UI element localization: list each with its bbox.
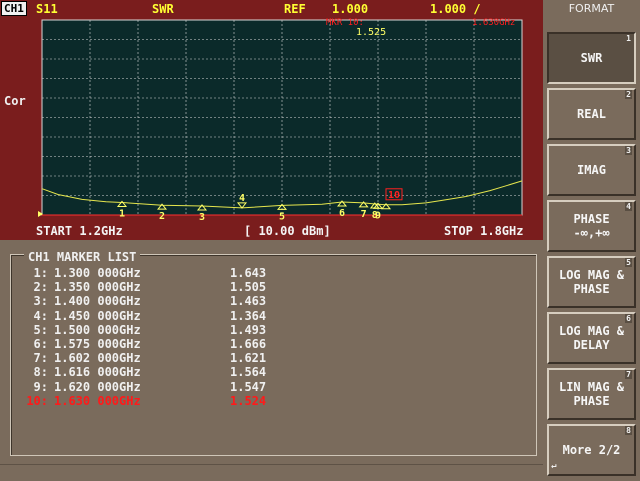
marker-index: 8: xyxy=(33,365,48,380)
marker-value: 1.505 xyxy=(230,280,267,295)
marker-frequency: 1.500 000GHz xyxy=(54,322,141,337)
softkey-4[interactable]: 4 PHASE -∞,+∞ xyxy=(547,200,636,252)
softkey-number: 6 xyxy=(625,314,632,323)
marker-list-title: CH1 MARKER LIST xyxy=(24,250,141,264)
softkey-label: PHASE xyxy=(573,212,610,226)
softkey-label: LOG MAG & xyxy=(558,324,625,338)
softkey-label: SWR xyxy=(580,51,603,65)
marker-frequency: 1.400 000GHz xyxy=(54,294,141,309)
marker-index: 5: xyxy=(33,322,48,337)
marker-value: 1.564 xyxy=(230,365,267,380)
softkey-menu-title: FORMAT xyxy=(568,2,615,15)
stop-frequency: STOP 1.8GHz xyxy=(444,224,524,238)
marker-label: 2 xyxy=(159,211,165,222)
status-bar xyxy=(0,464,543,481)
marker-frequency: 1.450 000GHz xyxy=(54,308,141,323)
marker-label: 6 xyxy=(339,208,345,219)
marker-label: 9 xyxy=(375,210,381,221)
marker-value: 1.493 xyxy=(230,322,267,337)
marker-frequency: 1.602 000GHz xyxy=(54,351,141,366)
marker-label: 1 xyxy=(119,208,125,219)
softkey-label: LIN MAG & xyxy=(558,380,625,394)
softkey-2[interactable]: 2 REAL xyxy=(547,88,636,140)
softkey-number: 4 xyxy=(625,202,632,211)
marker-label: 5 xyxy=(279,211,285,222)
softkey-menu: FORMAT 1 SWR 2 REAL 3 IMAG 4 PHASE -∞,+∞ 5 LOG MAG… xyxy=(543,0,640,480)
marker-index: 9: xyxy=(33,379,48,394)
channel-indicator[interactable]: CH1 xyxy=(1,1,27,16)
parameter-label: S11 xyxy=(36,2,58,16)
marker-value: 1.463 xyxy=(230,294,267,309)
marker-value: 1.364 xyxy=(230,308,267,323)
softkey-label-line2: -∞,+∞ xyxy=(573,226,610,240)
marker-index: 10: xyxy=(26,393,48,408)
marker-frequency: 1.350 000GHz xyxy=(54,280,141,295)
softkey-7[interactable]: 7 LIN MAG & PHASE xyxy=(547,368,636,420)
softkey-1[interactable]: 1 SWR xyxy=(547,32,636,84)
sweep-footer: START 1.2GHz [ 10.00 dBm] STOP 1.8GHz xyxy=(0,223,543,240)
active-marker-readout-value: 1.525 xyxy=(356,27,386,38)
marker-index: 1: xyxy=(33,266,48,280)
scope-panel: CH1 S11 SWR REF 1.000 1.000 / Cor 1 2 3 4 5 6… xyxy=(0,0,543,240)
ref-value: 1.000 xyxy=(332,2,369,16)
marker-frequency: 1.575 000GHz xyxy=(54,337,141,351)
softkey-label-line2: PHASE xyxy=(573,394,610,408)
softkey-label: More 2/2 xyxy=(562,443,621,457)
marker-value: 1.643 xyxy=(230,266,267,280)
marker-frequency: 1.300 000GHz xyxy=(54,266,141,280)
marker-value: 1.666 xyxy=(230,337,267,351)
marker-value: 1.621 xyxy=(230,351,267,366)
marker-label: 3 xyxy=(199,212,205,223)
start-frequency: START 1.2GHz xyxy=(36,224,123,238)
softkey-label: LOG MAG & xyxy=(558,268,625,282)
marker-label: 10 xyxy=(388,190,400,201)
softkey-5[interactable]: 5 LOG MAG & PHASE xyxy=(547,256,636,308)
ref-label: REF xyxy=(284,2,306,16)
softkey-number: 2 xyxy=(625,90,632,99)
active-marker-readout-freq: 1.630GHz xyxy=(472,18,515,28)
format-label: SWR xyxy=(152,2,174,16)
trace-header: CH1 S11 SWR REF 1.000 1.000 / xyxy=(0,0,543,18)
marker-index: 6: xyxy=(33,337,48,351)
marker-index: 2: xyxy=(33,280,48,295)
softkey-6[interactable]: 6 LOG MAG & DELAY xyxy=(547,312,636,364)
marker-index: 3: xyxy=(33,294,48,309)
source-power: [ 10.00 dBm] xyxy=(244,224,331,238)
marker-value: 1.524 xyxy=(230,393,267,408)
softkey-8[interactable]: 8 More 2/2 ↵ xyxy=(547,424,636,476)
softkey-label-line2: DELAY xyxy=(573,338,610,352)
marker-frequency: 1.620 000GHz xyxy=(54,379,141,394)
softkey-number: 3 xyxy=(625,146,632,155)
softkey-label: IMAG xyxy=(577,163,606,177)
softkey-3[interactable]: 3 IMAG xyxy=(547,144,636,196)
return-arrow-icon: ↵ xyxy=(551,461,557,471)
softkey-number: 8 xyxy=(625,426,632,435)
marker-index: 4: xyxy=(33,308,48,323)
scale-value: 1.000 / xyxy=(430,2,481,16)
softkey-label: REAL xyxy=(577,107,606,121)
marker-label: 7 xyxy=(361,209,367,220)
swr-plot: 1 2 345 6 7 8910 MKR 10: 1.525 1.630GHz xyxy=(38,18,523,223)
softkey-label-line2: PHASE xyxy=(573,282,610,296)
softkey-number: 7 xyxy=(625,370,632,379)
marker-frequency: 1.616 000GHz xyxy=(54,365,141,380)
marker-index: 7: xyxy=(33,351,48,366)
marker-value: 1.547 xyxy=(230,379,267,394)
softkey-number: 5 xyxy=(625,258,632,267)
marker-frequency: 1.630 000GHz xyxy=(54,393,141,408)
marker-list-panel: CH1 MARKER LIST 1: 1.300 000GHz 1.643 2: 1.3… xyxy=(0,240,543,464)
correction-indicator: Cor xyxy=(4,94,26,108)
softkey-number: 1 xyxy=(625,34,632,43)
marker-label: 4 xyxy=(239,193,245,204)
